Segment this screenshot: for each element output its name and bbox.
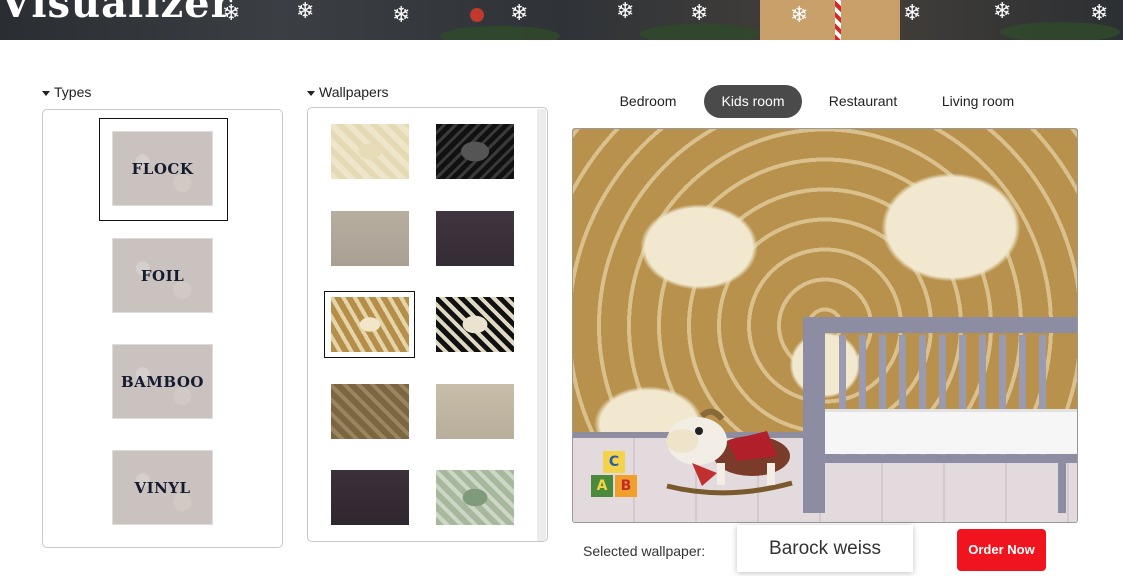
type-flock[interactable]: FLOCK [112,131,213,206]
crib-top-rail [803,317,1077,333]
wallpaper-swatch-cream-damask[interactable] [331,124,409,179]
tab-restaurant[interactable]: Restaurant [815,85,911,118]
type-vinyl[interactable]: VINYL [112,450,213,525]
wallpaper-swatch-gold-damask[interactable] [331,297,409,352]
ornament-decoration [470,8,484,22]
alphabet-blocks: C A B [591,451,643,499]
ribbon-decoration [835,0,841,40]
wallpaper-swatch-beige[interactable] [436,384,514,439]
caret-down-icon [42,90,50,96]
letter-block: C [603,451,625,473]
wallpaper-swatch-black-damask[interactable] [436,124,514,179]
wallpapers-header[interactable]: Wallpapers [307,84,389,100]
selected-wallpaper-value: Barock weiss [737,525,913,572]
types-panel: FLOCK FOIL BAMBOO VINYL [42,109,283,548]
order-now-button[interactable]: Order Now [957,529,1046,571]
rocking-horse-toy [666,408,793,496]
room-preview: C A B [572,128,1078,523]
wallpaper-swatch-sage-damask[interactable] [436,470,514,525]
snowflake-icon: ❄ [690,0,709,25]
page-title: Visualizer [0,0,233,27]
type-bamboo[interactable]: BAMBOO [112,344,213,419]
wallpapers-header-label: Wallpapers [319,84,389,100]
type-foil[interactable]: FOIL [112,238,213,313]
snowflake-icon: ❄ [993,0,1012,23]
letter-block: B [615,475,637,497]
crib-leg [1058,463,1066,513]
snowflake-icon: ❄ [1090,0,1109,25]
wallpaper-swatch-taupe[interactable] [331,211,409,266]
selected-wallpaper-label: Selected wallpaper: [583,543,706,559]
snowflake-icon: ❄ [296,0,315,23]
wallpaper-swatch-black-white-damask[interactable] [436,297,514,352]
snowflake-icon: ❄ [616,0,635,23]
crib-leg [813,463,821,513]
wallpapers-panel [307,107,548,542]
type-label: FOIL [140,266,185,285]
wallpaper-swatch-plum[interactable] [331,470,409,525]
tab-bedroom[interactable]: Bedroom [605,85,691,118]
gift-box-decoration [760,0,900,40]
letter-block: A [591,475,613,497]
tab-kids-room[interactable]: Kids room [704,85,802,118]
snowflake-icon: ❄ [790,2,809,27]
type-label: BAMBOO [120,372,204,391]
header-banner: ❄ ❄ ❄ ❄ ❄ ❄ ❄ ❄ ❄ ❄ Visualizer [0,0,1123,40]
snowflake-icon: ❄ [903,0,922,25]
wallpapers-scrollbar[interactable] [537,109,546,541]
crib-mattress [825,409,1077,454]
types-header[interactable]: Types [42,84,91,100]
wallpaper-swatch-dark-plum[interactable] [436,211,514,266]
caret-down-icon [307,90,315,96]
types-header-label: Types [54,84,92,100]
type-label: FLOCK [131,159,194,178]
tab-living-room[interactable]: Living room [928,85,1028,118]
crib-illustration [803,317,1077,513]
pine-branch-decoration [440,26,560,40]
pine-branch-decoration [640,24,760,40]
snowflake-icon: ❄ [392,2,411,27]
type-label: VINYL [134,478,191,497]
snowflake-icon: ❄ [510,0,529,25]
wallpaper-swatch-brown-damask[interactable] [331,384,409,439]
